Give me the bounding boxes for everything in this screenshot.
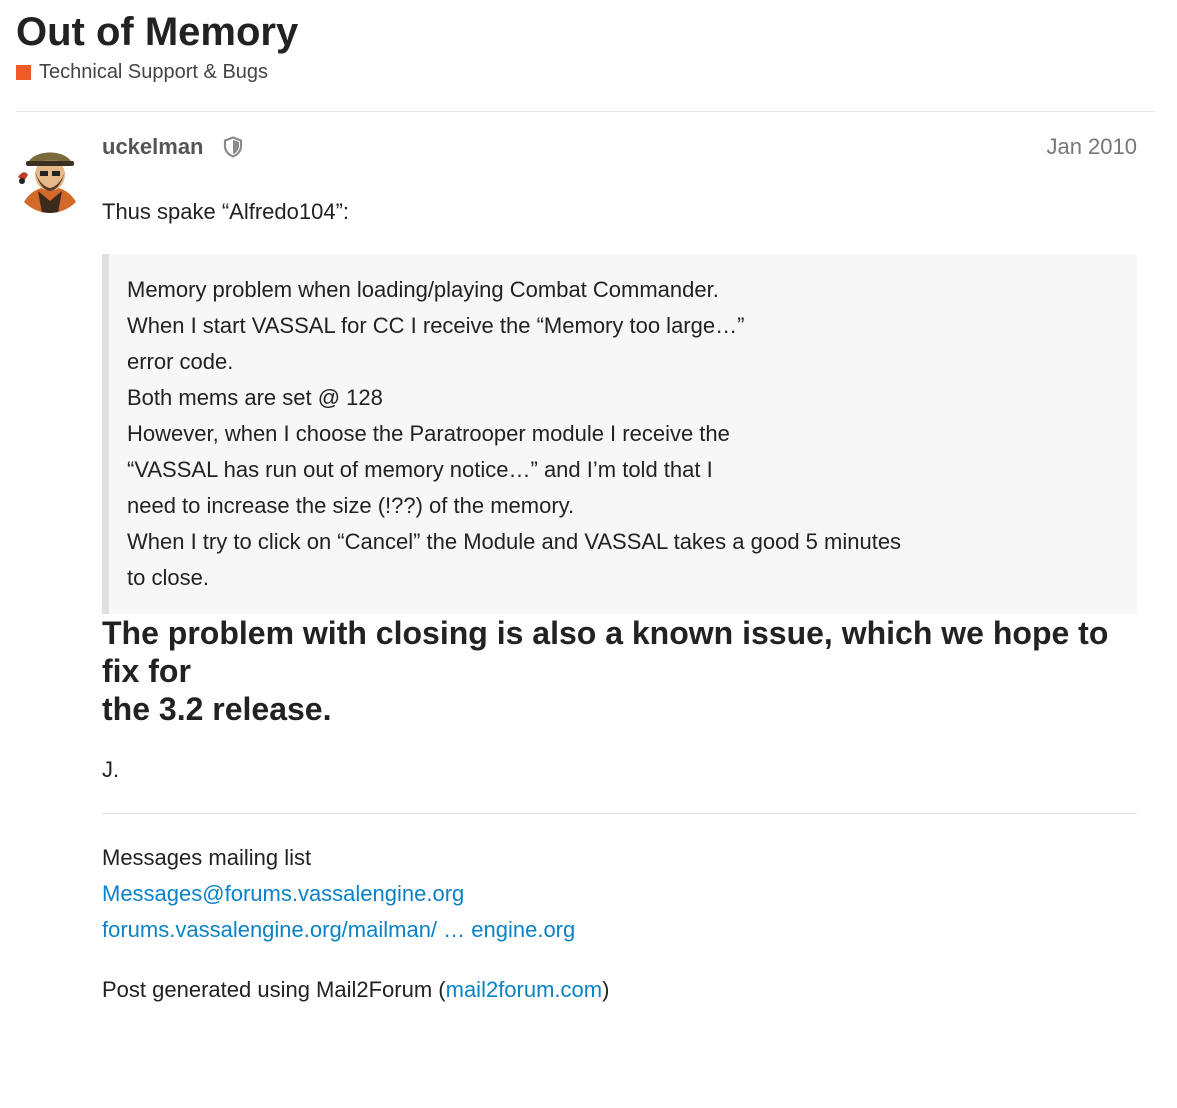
emphasis-line: the 3.2 release. [102,691,332,727]
mailing-list-email-link[interactable]: Messages@forums.vassalengine.org [102,881,464,906]
category-label: Technical Support & Bugs [39,60,269,83]
category-badge [16,64,31,80]
mailman-link[interactable]: forums.vassalengine.org/mailman/ … engin… [102,917,575,942]
generated-prefix: Post generated using Mail2Forum ( [102,977,446,1002]
username[interactable]: uckelman [102,131,204,163]
quote-paragraph: When I try to click on “Cancel” the Modu… [127,524,1113,596]
avatar-image [14,141,86,213]
category-link[interactable]: Technical Support & Bugs [16,60,268,84]
quote-line: to close. [127,565,209,590]
quote-line: error code. [127,349,234,374]
avatar[interactable] [14,141,86,213]
topic-title[interactable]: Out of Memory [16,8,298,56]
quote-line: Both mems are set @ 128 [127,385,383,410]
mailing-list-footer: Messages mailing list Messages@forums.va… [102,840,1137,948]
topic-page: Out of Memory Technical Support & Bugs u… [0,0,1177,1108]
quote-paragraph: However, when I choose the Paratrooper m… [127,416,1113,524]
quote-line: need to increase the size (!??) of the m… [127,493,575,518]
quote-line: However, when I choose the Paratrooper m… [127,421,730,446]
quote-line: When I try to click on “Cancel” the Modu… [127,529,902,554]
quote-attribution: Thus spake “Alfredo104”: [102,199,350,224]
quote-line: Memory problem when loading/playing Comb… [127,277,719,302]
shield-icon [223,136,243,158]
emphasis-line: The problem with closing is also a known… [102,615,1109,689]
signature: J. [102,757,120,782]
mail2forum-link[interactable]: mail2forum.com [446,977,602,1002]
post-body: Thus spake “Alfredo104”: Memory problem … [102,194,1137,1008]
quote-line: “VASSAL has run out of memory notice…” a… [127,457,713,482]
post-date[interactable]: Jan 2010 [1046,131,1137,163]
title-divider [16,111,1155,112]
generated-note: Post generated using Mail2Forum (mail2fo… [102,972,1137,1008]
quote-paragraph: Memory problem when loading/playing Comb… [127,272,1113,416]
quote-line: When I start VASSAL for CC I receive the… [127,313,745,338]
mailing-list-label: Messages mailing list [102,845,312,870]
emphasis-heading: The problem with closing is also a known… [102,614,1137,728]
blockquote: Memory problem when loading/playing Comb… [102,254,1137,614]
generated-suffix: ) [602,977,610,1002]
body-divider [102,813,1137,814]
